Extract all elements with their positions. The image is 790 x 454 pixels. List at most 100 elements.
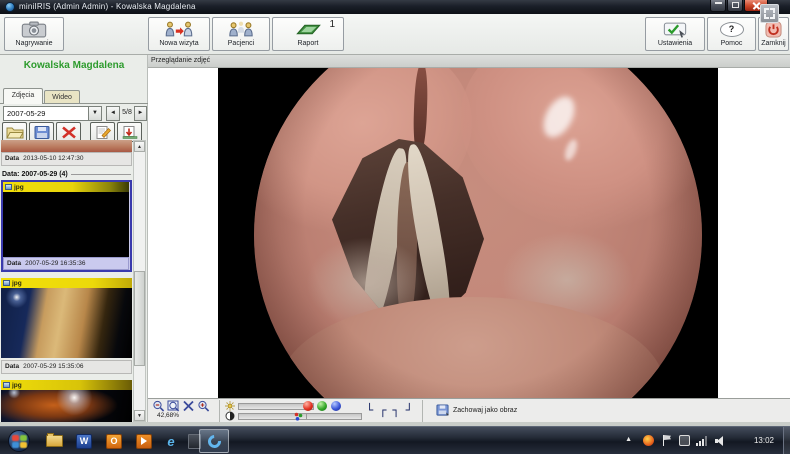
rotate-bottom-left-button[interactable]: └	[366, 402, 373, 418]
date-value: 2013-05-10 12:47:30	[23, 155, 83, 162]
export-image-button[interactable]	[117, 122, 142, 142]
tab-video[interactable]: Wideo	[44, 90, 80, 104]
arrow-right-icon: ►	[138, 110, 144, 116]
date-label: Data	[5, 155, 19, 162]
report-button[interactable]: 1 Raport	[272, 17, 344, 51]
start-button[interactable]	[8, 430, 30, 452]
word-icon: W	[76, 434, 92, 449]
restore-button[interactable]	[727, 0, 743, 12]
taskbar-clock[interactable]: 13:02	[754, 436, 774, 445]
new-visit-button[interactable]: Nowa wizyta	[148, 17, 210, 51]
scrollbar-thumb[interactable]	[134, 271, 145, 366]
date-label: Data	[5, 363, 19, 370]
minimize-icon	[715, 2, 722, 4]
taskbar-word-button[interactable]: W	[74, 432, 94, 450]
green-channel-ball[interactable]	[317, 401, 327, 411]
taskbar-media-button[interactable]	[134, 432, 154, 450]
tab-photos[interactable]: Zdjęcia	[3, 88, 43, 104]
date-filter-dropdown[interactable]: 2007-05-29	[3, 106, 89, 121]
rotate-top-left-button[interactable]: ┌	[379, 402, 386, 418]
rotate-top-right-button[interactable]: ┐	[392, 402, 399, 418]
scroll-down-button[interactable]: ▼	[134, 410, 145, 421]
viewer-header: Przeglądanie zdjęć	[148, 55, 790, 68]
rotate-bottom-right-button[interactable]: ┘	[406, 402, 413, 418]
antivirus-tray-icon[interactable]	[643, 435, 654, 446]
thumbnail-scrollbar[interactable]: ▲ ▼	[133, 140, 146, 422]
image-viewer-panel: Przeglądanie zdjęć	[148, 55, 790, 422]
scroll-up-button[interactable]: ▲	[134, 141, 145, 152]
patients-label: Pacjenci	[228, 40, 254, 48]
restore-icon	[732, 2, 739, 8]
date-label: Data	[7, 260, 21, 267]
rgb-slider[interactable]	[306, 413, 362, 420]
record-button[interactable]: Nagrywanie	[4, 17, 64, 51]
separator	[219, 400, 220, 422]
next-image-button[interactable]: ►	[134, 106, 147, 121]
date-dropdown-arrow-button[interactable]: ▼	[88, 106, 102, 121]
report-label: Raport	[297, 40, 318, 48]
windows-flag-icon	[12, 435, 19, 441]
minimize-button[interactable]	[710, 0, 726, 12]
settings-button[interactable]: Ustawienia	[645, 17, 705, 51]
blue-channel-ball[interactable]	[331, 401, 341, 411]
taskbar-explorer-button[interactable]	[44, 432, 64, 450]
thumbnail-partial-bottom[interactable]: jpg	[1, 380, 132, 422]
open-button[interactable]	[2, 122, 27, 142]
thumbnail-tissue-image[interactable]: jpg	[1, 278, 132, 358]
thumbnail-date-row[interactable]: Data 2013-05-10 12:47:30	[1, 152, 132, 166]
zoom-fit-icon[interactable]	[167, 400, 181, 412]
report-count-badge: 1	[329, 19, 335, 30]
action-center-flag-icon[interactable]	[662, 435, 672, 446]
previous-image-button[interactable]: ◄	[106, 106, 120, 121]
separator	[422, 400, 423, 422]
taskbar-office-button[interactable]: O	[104, 432, 124, 450]
help-button[interactable]: ? Pomoc	[707, 17, 756, 51]
patients-icon	[213, 18, 269, 40]
show-desktop-button[interactable]	[783, 427, 790, 454]
new-visit-label: Nowa wizyta	[159, 40, 198, 48]
media-player-icon	[136, 434, 152, 449]
volume-icon[interactable]	[715, 436, 726, 446]
save-as-image-button[interactable]: Zachowaj jako obraz	[431, 401, 522, 420]
zoom-in-icon[interactable]	[197, 400, 211, 412]
edit-description-button[interactable]	[90, 122, 115, 142]
endoscopy-image-canvas[interactable]	[218, 68, 718, 398]
tray-expand-button[interactable]: ▲	[625, 436, 632, 443]
export-download-icon	[121, 126, 139, 139]
red-channel-ball[interactable]	[303, 401, 313, 411]
edit-document-icon	[94, 126, 112, 139]
window-title: miniIRIS (Admin Admin) - Kowalska Magdal…	[19, 2, 196, 11]
jpg-badge: jpg	[1, 278, 132, 288]
zoom-buttons-group	[152, 400, 211, 412]
brightness-sun-icon	[225, 401, 235, 411]
thumbnail-fundus-image: jpg	[3, 182, 129, 257]
jpg-badge: jpg	[3, 182, 129, 192]
save-button[interactable]	[29, 122, 54, 142]
thumbnail-selected-item[interactable]: jpg Data2007-05-29 16:35:36	[1, 180, 132, 272]
jpg-badge-text: jpg	[14, 184, 24, 191]
thumbnail-date-row[interactable]: Data2007-05-29 15:35:06	[1, 360, 132, 374]
settings-icon	[646, 18, 704, 40]
zoom-reset-icon[interactable]	[182, 400, 196, 412]
miniiris-logo-icon	[205, 432, 223, 450]
help-label: Pomoc	[721, 40, 743, 48]
image-pager-count: 5/8	[120, 109, 134, 116]
taskbar-miniiris-active-button[interactable]	[199, 429, 229, 453]
internet-explorer-icon: e	[167, 434, 174, 449]
date-group-header: Data: 2007-05-29 (4)	[2, 168, 131, 180]
screenshot-expand-icon[interactable]	[760, 4, 779, 23]
network-signal-icon[interactable]	[696, 436, 708, 446]
thumbnail-2013-partial[interactable]	[1, 140, 132, 152]
settings-label: Ustawienia	[658, 40, 692, 48]
delete-button[interactable]	[56, 122, 81, 142]
taskbar-ie-button[interactable]: e	[161, 432, 181, 450]
zoom-out-icon[interactable]	[152, 400, 166, 412]
viewer-controls-bar: 42,68% └ ┌ ┐ ┘	[148, 398, 790, 422]
question-mark: ?	[729, 24, 735, 34]
rotate-buttons-group: └ ┌ ┐ ┘	[366, 402, 413, 418]
remove-hardware-icon[interactable]	[679, 435, 690, 446]
brightness-control	[225, 401, 314, 411]
new-visit-icon	[149, 18, 209, 40]
jpg-badge-text: jpg	[12, 382, 22, 389]
patients-button[interactable]: Pacjenci	[212, 17, 270, 51]
